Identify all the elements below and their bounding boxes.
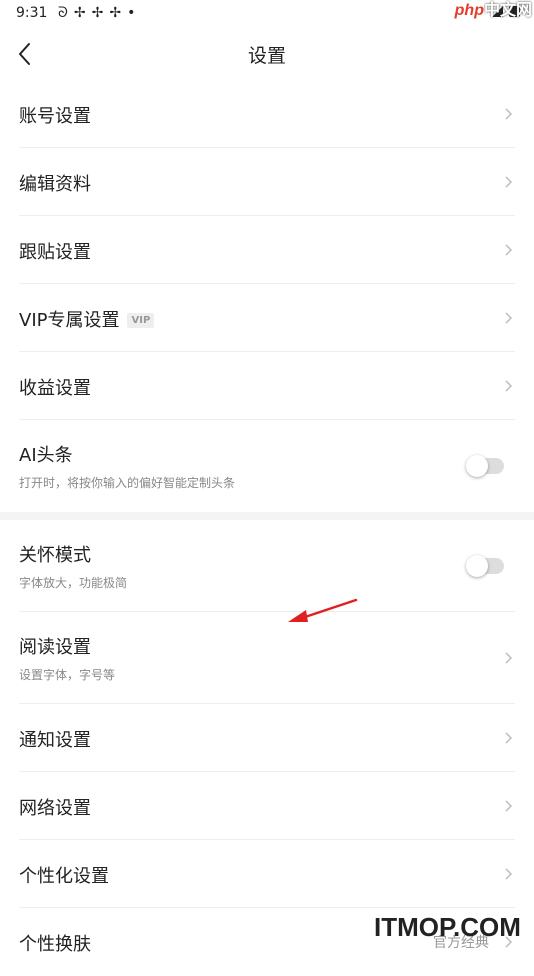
settings-row-vip[interactable]: VIP专属设置 VIP [19, 284, 515, 352]
chevron-right-icon [505, 244, 513, 256]
row-label: 收益设置 [19, 378, 91, 399]
row-subtitle: 字体放大，功能极简 [19, 576, 128, 590]
pinwheel-icon: ✢ [109, 5, 122, 21]
page-title: 设置 [247, 45, 286, 67]
settings-row-ai-headlines: AI头条 打开时，将按你输入的偏好智能定制头条 [19, 420, 515, 512]
toggle-knob [466, 455, 488, 477]
dot-icon: • [127, 5, 136, 21]
vip-badge: VIP [127, 313, 155, 328]
chevron-right-icon [505, 108, 513, 120]
row-subtitle: 打开时，将按你输入的偏好智能定制头条 [19, 476, 236, 490]
care-mode-toggle[interactable] [466, 555, 504, 577]
chevron-right-icon [505, 380, 513, 392]
settings-row-comments[interactable]: 跟贴设置 [19, 216, 515, 284]
social-icon: ᘐ [58, 5, 68, 21]
row-label: 网络设置 [19, 798, 91, 819]
settings-row-account[interactable]: 账号设置 [19, 80, 515, 148]
chevron-right-icon [505, 732, 513, 744]
row-subtitle: 设置字体，字号等 [19, 668, 116, 682]
settings-list: 账号设置 编辑资料 跟贴设置 VIP专属设置 VIP 收益设置 AI头条 打开时，… [0, 80, 534, 512]
chevron-right-icon [505, 652, 513, 664]
chevron-right-icon [505, 868, 513, 880]
chevron-right-icon [505, 800, 513, 812]
row-label: 通知设置 [19, 730, 91, 751]
settings-row-notifications[interactable]: 通知设置 [19, 704, 515, 772]
row-label-text: VIP专属设置 [19, 310, 120, 331]
settings-row-edit-profile[interactable]: 编辑资料 [19, 148, 515, 216]
status-time: 9:31 [16, 5, 48, 21]
pinwheel-icon: ✢ [91, 5, 104, 21]
php-watermark-php: php [454, 2, 484, 19]
row-label: 阅读设置 [19, 637, 91, 658]
settings-row-care-mode: 关怀模式 字体放大，功能极简 [19, 520, 515, 612]
settings-row-network[interactable]: 网络设置 [19, 772, 515, 840]
row-label: 个性化设置 [19, 866, 109, 887]
pinwheel-icon: ✢ [73, 5, 86, 21]
settings-row-personalization[interactable]: 个性化设置 [19, 840, 515, 908]
row-label: AI头条 [19, 445, 73, 466]
nav-bar: 设置 [0, 28, 534, 80]
settings-row-reading[interactable]: 阅读设置 设置字体，字号等 [19, 612, 515, 704]
ai-headlines-toggle[interactable] [466, 455, 504, 477]
php-watermark-zh: 中文网 [483, 2, 532, 19]
chevron-right-icon [505, 176, 513, 188]
row-label: VIP专属设置 VIP [19, 306, 155, 332]
row-label: 账号设置 [19, 106, 91, 127]
settings-row-earnings[interactable]: 收益设置 [19, 352, 515, 420]
settings-list-2: 关怀模式 字体放大，功能极简 阅读设置 设置字体，字号等 通知设置 网络设置 个… [0, 512, 534, 976]
row-label: 跟贴设置 [19, 242, 91, 263]
itmop-watermark: ITMOP.COM [374, 912, 521, 942]
status-notification-icons: ᘐ ✢ ✢ ✢ • [58, 4, 135, 22]
row-label: 个性换肤 [19, 934, 91, 955]
toggle-knob [466, 555, 488, 577]
section-divider [0, 512, 534, 520]
php-watermark: php中文网 [453, 0, 534, 22]
row-label: 关怀模式 [19, 545, 91, 566]
row-label: 编辑资料 [19, 174, 91, 195]
chevron-right-icon [505, 312, 513, 324]
